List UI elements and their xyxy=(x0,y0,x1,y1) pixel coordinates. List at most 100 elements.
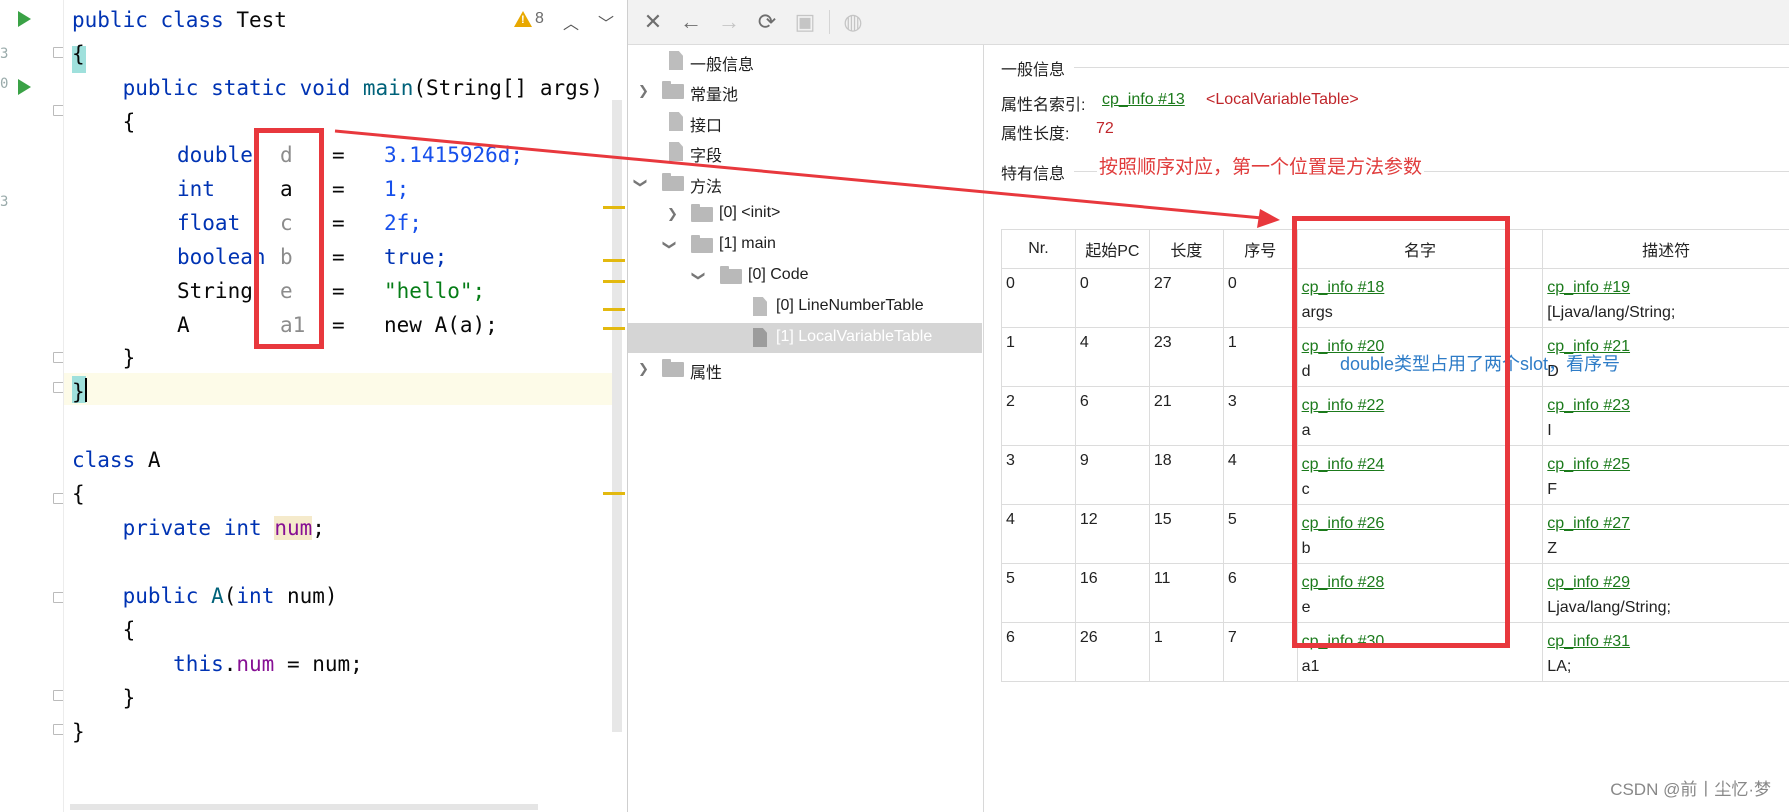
warning-stripe[interactable] xyxy=(603,492,625,495)
cell-descriptor: cp_info #25 F xyxy=(1542,445,1789,505)
chevron-down-icon[interactable]: ❯ xyxy=(690,271,706,282)
cell-nr: 6 xyxy=(1001,622,1076,682)
annotation-box-variables xyxy=(254,128,324,349)
name-index-label: 属性名索引: xyxy=(1001,97,1086,114)
chevron-right-icon[interactable]: ❯ xyxy=(638,361,649,377)
tree-item-methods[interactable]: ❯ 方法 xyxy=(628,168,982,198)
tree-item-code[interactable]: ❯ [0] Code xyxy=(628,261,982,291)
globe-icon[interactable]: ◍ xyxy=(838,7,868,37)
code-line-22[interactable]: } xyxy=(72,717,85,747)
code-line-12[interactable]: } xyxy=(72,377,85,407)
col-header-nr[interactable]: Nr. xyxy=(1001,229,1076,269)
descriptor-value: Z xyxy=(1547,540,1558,557)
descriptor-link[interactable]: cp_info #19 xyxy=(1547,275,1786,300)
section-divider xyxy=(1074,67,1789,68)
code-line-11[interactable]: } xyxy=(72,343,136,373)
editor-horizontal-scrollbar[interactable] xyxy=(70,804,538,810)
code-line-18[interactable]: public A(int num) xyxy=(72,581,338,611)
chevron-right-icon[interactable]: ❯ xyxy=(667,206,678,222)
descriptor-link[interactable]: cp_info #25 xyxy=(1547,452,1786,477)
warning-stripe[interactable] xyxy=(603,280,625,283)
code-line-2[interactable]: { xyxy=(72,39,85,69)
folder-icon xyxy=(691,204,713,222)
tree-item-local-variable-table[interactable]: [1] LocalVariableTable xyxy=(628,323,982,353)
col-header-index[interactable]: 序号 xyxy=(1222,229,1298,269)
cell-start-pc: 4 xyxy=(1074,327,1150,387)
descriptor-link[interactable]: cp_info #23 xyxy=(1547,393,1786,418)
descriptor-link[interactable]: cp_info #31 xyxy=(1547,629,1786,654)
chevron-down-icon[interactable]: ❯ xyxy=(632,178,648,189)
name-index-link[interactable]: cp_info #13 xyxy=(1102,91,1185,109)
chevron-up-icon[interactable]: ︿ xyxy=(563,10,579,34)
tree-item-attributes[interactable]: ❯ 属性 xyxy=(628,354,982,384)
line-number: 3 xyxy=(0,46,9,62)
folder-icon xyxy=(662,81,684,99)
tree-item-general-info[interactable]: 一般信息 xyxy=(628,46,982,76)
warning-stripe[interactable] xyxy=(603,206,625,209)
cell-index: 3 xyxy=(1222,386,1298,446)
class-structure-tree: 一般信息 ❯ 常量池 接口 字段 ❯ 方法 ❯ [0] <init> ❯ [1] mai… xyxy=(628,45,982,812)
cell-nr: 1 xyxy=(1001,327,1076,387)
cell-length: 27 xyxy=(1148,268,1224,328)
cell-length: 1 xyxy=(1148,622,1224,682)
warning-stripe[interactable] xyxy=(603,308,625,311)
editor-vertical-scrollbar[interactable] xyxy=(612,100,622,732)
line-number: 0 xyxy=(0,76,9,92)
code-line-16[interactable]: private int num; xyxy=(72,513,325,543)
code-line-1[interactable]: public class Test xyxy=(72,5,287,35)
file-icon xyxy=(753,328,767,347)
code-line-19[interactable]: { xyxy=(72,615,136,645)
chevron-down-icon[interactable]: ❯ xyxy=(661,240,677,251)
col-header-descriptor[interactable]: 描述符 xyxy=(1542,229,1789,269)
cell-nr: 5 xyxy=(1001,563,1076,623)
file-icon xyxy=(669,112,683,131)
folder-icon xyxy=(691,235,713,253)
warning-indicator[interactable]: ! 8 xyxy=(514,10,544,28)
run-main-icon[interactable] xyxy=(18,79,31,95)
cell-index: 6 xyxy=(1222,563,1298,623)
gutter-divider xyxy=(63,0,64,812)
close-icon[interactable]: ✕ xyxy=(638,7,668,37)
code-line-14[interactable]: class A xyxy=(72,445,161,475)
line-number: 3 xyxy=(0,194,9,210)
descriptor-link[interactable]: cp_info #29 xyxy=(1547,570,1786,595)
attribute-length-label: 属性长度: xyxy=(1001,126,1070,143)
code-line-4[interactable]: { xyxy=(72,107,136,137)
forward-arrow-icon[interactable]: → xyxy=(714,7,744,37)
col-header-length[interactable]: 长度 xyxy=(1148,229,1224,269)
run-class-icon[interactable] xyxy=(18,11,31,27)
warning-stripe[interactable] xyxy=(603,259,625,262)
annotation-box-names xyxy=(1292,216,1510,648)
name-index-value: <LocalVariableTable> xyxy=(1206,91,1359,108)
descriptor-value: Ljava/lang/String; xyxy=(1547,599,1671,616)
cell-start-pc: 9 xyxy=(1074,445,1150,505)
code-line-3[interactable]: public static void main(String[] args) xyxy=(72,73,603,103)
file-icon xyxy=(669,51,683,70)
tree-item-method-init[interactable]: ❯ [0] <init> xyxy=(628,199,982,229)
refresh-icon[interactable]: ⟳ xyxy=(752,7,782,37)
toolbar-separator xyxy=(829,10,830,34)
descriptor-value: I xyxy=(1547,422,1552,439)
save-icon[interactable]: ▣ xyxy=(790,7,820,37)
cell-start-pc: 16 xyxy=(1074,563,1150,623)
tree-item-constant-pool[interactable]: ❯ 常量池 xyxy=(628,76,982,106)
cell-length: 23 xyxy=(1148,327,1224,387)
attribute-length-value: 72 xyxy=(1096,120,1114,137)
code-line-20[interactable]: this.num = num; xyxy=(72,649,363,679)
code-line-21[interactable]: } xyxy=(72,683,136,713)
tree-item-line-number-table[interactable]: [0] LineNumberTable xyxy=(628,292,982,322)
text-caret xyxy=(85,378,87,402)
code-editor[interactable]: 3 0 3 public class Test { public static … xyxy=(0,0,627,812)
col-header-start-pc[interactable]: 起始PC xyxy=(1074,229,1150,269)
code-line-15[interactable]: { xyxy=(72,479,85,509)
cell-index: 7 xyxy=(1222,622,1298,682)
descriptor-link[interactable]: cp_info #27 xyxy=(1547,511,1786,536)
tree-item-fields[interactable]: 字段 xyxy=(628,137,982,167)
tree-item-method-main[interactable]: ❯ [1] main xyxy=(628,230,982,260)
back-arrow-icon[interactable]: ← xyxy=(676,7,706,37)
tree-item-interfaces[interactable]: 接口 xyxy=(628,107,982,137)
warning-stripe[interactable] xyxy=(603,327,625,330)
chevron-right-icon[interactable]: ❯ xyxy=(638,83,649,99)
chevron-down-icon[interactable]: ﹀ xyxy=(598,10,614,34)
cell-start-pc: 6 xyxy=(1074,386,1150,446)
